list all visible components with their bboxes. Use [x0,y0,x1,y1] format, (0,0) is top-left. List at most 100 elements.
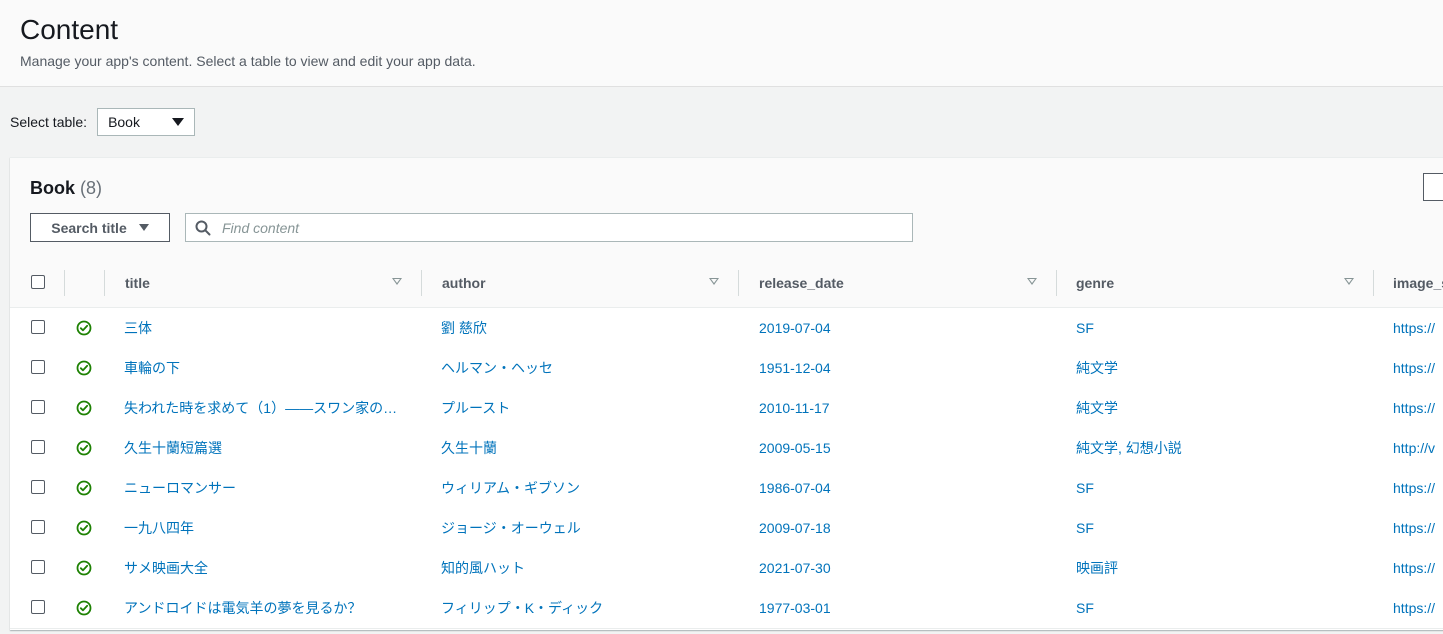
cell-genre[interactable]: 純文学 [1076,388,1361,428]
cell-title[interactable]: ニューロマンサー [124,468,409,508]
cell-author[interactable]: プルースト [441,388,726,428]
cell-image-url[interactable]: https:// [1393,468,1443,508]
caret-down-icon [172,118,185,126]
table-select-value: Book [108,114,140,130]
row-checkbox[interactable] [31,520,45,534]
cell-image-url[interactable]: https:// [1393,308,1443,348]
cell-author[interactable]: ウィリアム・ギブソン [441,468,726,508]
cell-image-url[interactable]: http://v [1393,428,1443,468]
search-input[interactable] [220,213,912,242]
sort-caret-icon[interactable] [709,278,719,285]
check-circle-icon [76,480,92,496]
cell-author[interactable]: 久生十蘭 [441,428,726,468]
cell-release-date[interactable]: 2009-05-15 [759,428,1044,468]
column-divider[interactable] [1373,270,1374,296]
cell-release-date[interactable]: 2009-07-18 [759,508,1044,548]
cell-image-url[interactable]: https:// [1393,388,1443,428]
sort-caret-icon[interactable] [1344,278,1354,285]
column-header-genre[interactable]: genre [1076,258,1114,307]
column-divider[interactable] [421,270,422,296]
page-title: Content [20,14,119,45]
header-action-button[interactable] [1423,173,1443,201]
search-field-dropdown[interactable]: Search title [30,213,170,242]
table-row[interactable]: 三体劉 慈欣 2019-07-04 SF https:// [10,308,1443,349]
column-header-release-date[interactable]: release_date [759,258,844,307]
row-checkbox[interactable] [31,440,45,454]
cell-title[interactable]: 三体 [124,308,409,348]
row-count: (8) [80,178,103,198]
select-table-label: Select table: [10,114,88,130]
check-circle-icon [76,360,92,376]
table-row[interactable]: 一九八四年 ジョージ・オーウェル 2009-07-18 SF https:// [10,508,1443,549]
row-checkbox[interactable] [31,320,45,334]
search-field-label: Search title [51,219,127,236]
table-select-dropdown[interactable]: Book [97,108,196,136]
check-circle-icon [76,440,92,456]
cell-image-url[interactable]: https:// [1393,548,1443,588]
table-row[interactable]: 失われた時を求めて（1）――スワン家の… プルースト 2010-11-17 純文学 ht… [10,388,1443,429]
search-icon [186,213,220,242]
page-subtitle: Manage your app's content. Select a tabl… [20,53,476,69]
row-checkbox[interactable] [31,480,45,494]
check-circle-icon [76,520,92,536]
cell-release-date[interactable]: 1986-07-04 [759,468,1044,508]
cell-title[interactable]: サメ映画大全 [124,548,409,588]
cell-author[interactable]: 知的風ハット [441,548,726,588]
cell-title[interactable]: 一九八四年 [124,508,409,548]
cell-image-url[interactable]: https:// [1393,508,1443,548]
cell-genre[interactable]: 純文学, 幻想小説 [1076,428,1361,468]
content-table-panel: Book (8) Search title title a [10,157,1443,630]
cell-genre[interactable]: 純文学 [1076,348,1361,388]
cell-title[interactable]: 失われた時を求めて（1）――スワン家の… [124,388,409,428]
column-header-author[interactable]: author [442,258,486,307]
row-checkbox[interactable] [31,360,45,374]
cell-release-date[interactable]: 1977-03-01 [759,588,1044,628]
cell-image-url[interactable]: https:// [1393,588,1443,628]
row-checkbox[interactable] [31,400,45,414]
panel-title: Book (8) [30,178,102,199]
column-divider [64,270,65,296]
column-divider [104,270,105,296]
cell-author[interactable]: ジョージ・オーウェル [441,508,726,548]
column-header-image[interactable]: image_s [1393,258,1443,307]
cell-release-date[interactable]: 1951-12-04 [759,348,1044,388]
cell-release-date[interactable]: 2019-07-04 [759,308,1044,348]
table-row[interactable]: サメ映画大全 知的風ハット 2021-07-30 映画評 https:// [10,548,1443,589]
cell-title[interactable]: 久生十蘭短篇選 [124,428,409,468]
check-circle-icon [76,600,92,616]
cell-genre[interactable]: SF [1076,468,1361,508]
table-row[interactable]: 久生十蘭短篇選 久生十蘭 2009-05-15 純文学, 幻想小説 http://v [10,428,1443,469]
row-checkbox[interactable] [31,600,45,614]
column-divider[interactable] [1056,270,1057,296]
table-row[interactable]: ニューロマンサー ウィリアム・ギブソン 1986-07-04 SF https:// [10,468,1443,509]
cell-genre[interactable]: SF [1076,508,1361,548]
cell-title[interactable]: アンドロイドは電気羊の夢を見るか？ [124,588,409,628]
row-checkbox[interactable] [31,560,45,574]
sort-caret-icon[interactable] [1027,278,1037,285]
caret-down-icon [138,224,149,231]
table-row[interactable]: 車輪の下 ヘルマン・ヘッセ 1951-12-04 純文学 https:// [10,348,1443,389]
cell-genre[interactable]: SF [1076,308,1361,348]
cell-genre[interactable]: SF [1076,588,1361,628]
check-circle-icon [76,560,92,576]
check-circle-icon [76,400,92,416]
cell-genre[interactable]: 映画評 [1076,548,1361,588]
cell-title[interactable]: 車輪の下 [124,348,409,388]
sort-caret-icon[interactable] [392,278,402,285]
select-all-checkbox[interactable] [31,275,45,289]
cell-image-url[interactable]: https:// [1393,348,1443,388]
page-header: Content Manage your app's content. Selec… [0,0,1443,87]
table-row[interactable]: アンドロイドは電気羊の夢を見るか？ フィリップ・K・ディック 1977-03-01 S… [10,588,1443,629]
cell-release-date[interactable]: 2021-07-30 [759,548,1044,588]
column-header-title[interactable]: title [125,258,150,307]
column-divider[interactable] [738,270,739,296]
cell-release-date[interactable]: 2010-11-17 [759,388,1044,428]
check-circle-icon [76,320,92,336]
search-box [185,213,913,242]
cell-author[interactable]: フィリップ・K・ディック [441,588,726,628]
cell-author[interactable]: ヘルマン・ヘッセ [441,348,726,388]
table-name: Book [30,178,75,198]
table-select-row: Select table: Book [10,107,196,137]
panel-header: Book (8) Search title [10,158,1443,259]
cell-author[interactable]: 劉 慈欣 [441,308,726,348]
